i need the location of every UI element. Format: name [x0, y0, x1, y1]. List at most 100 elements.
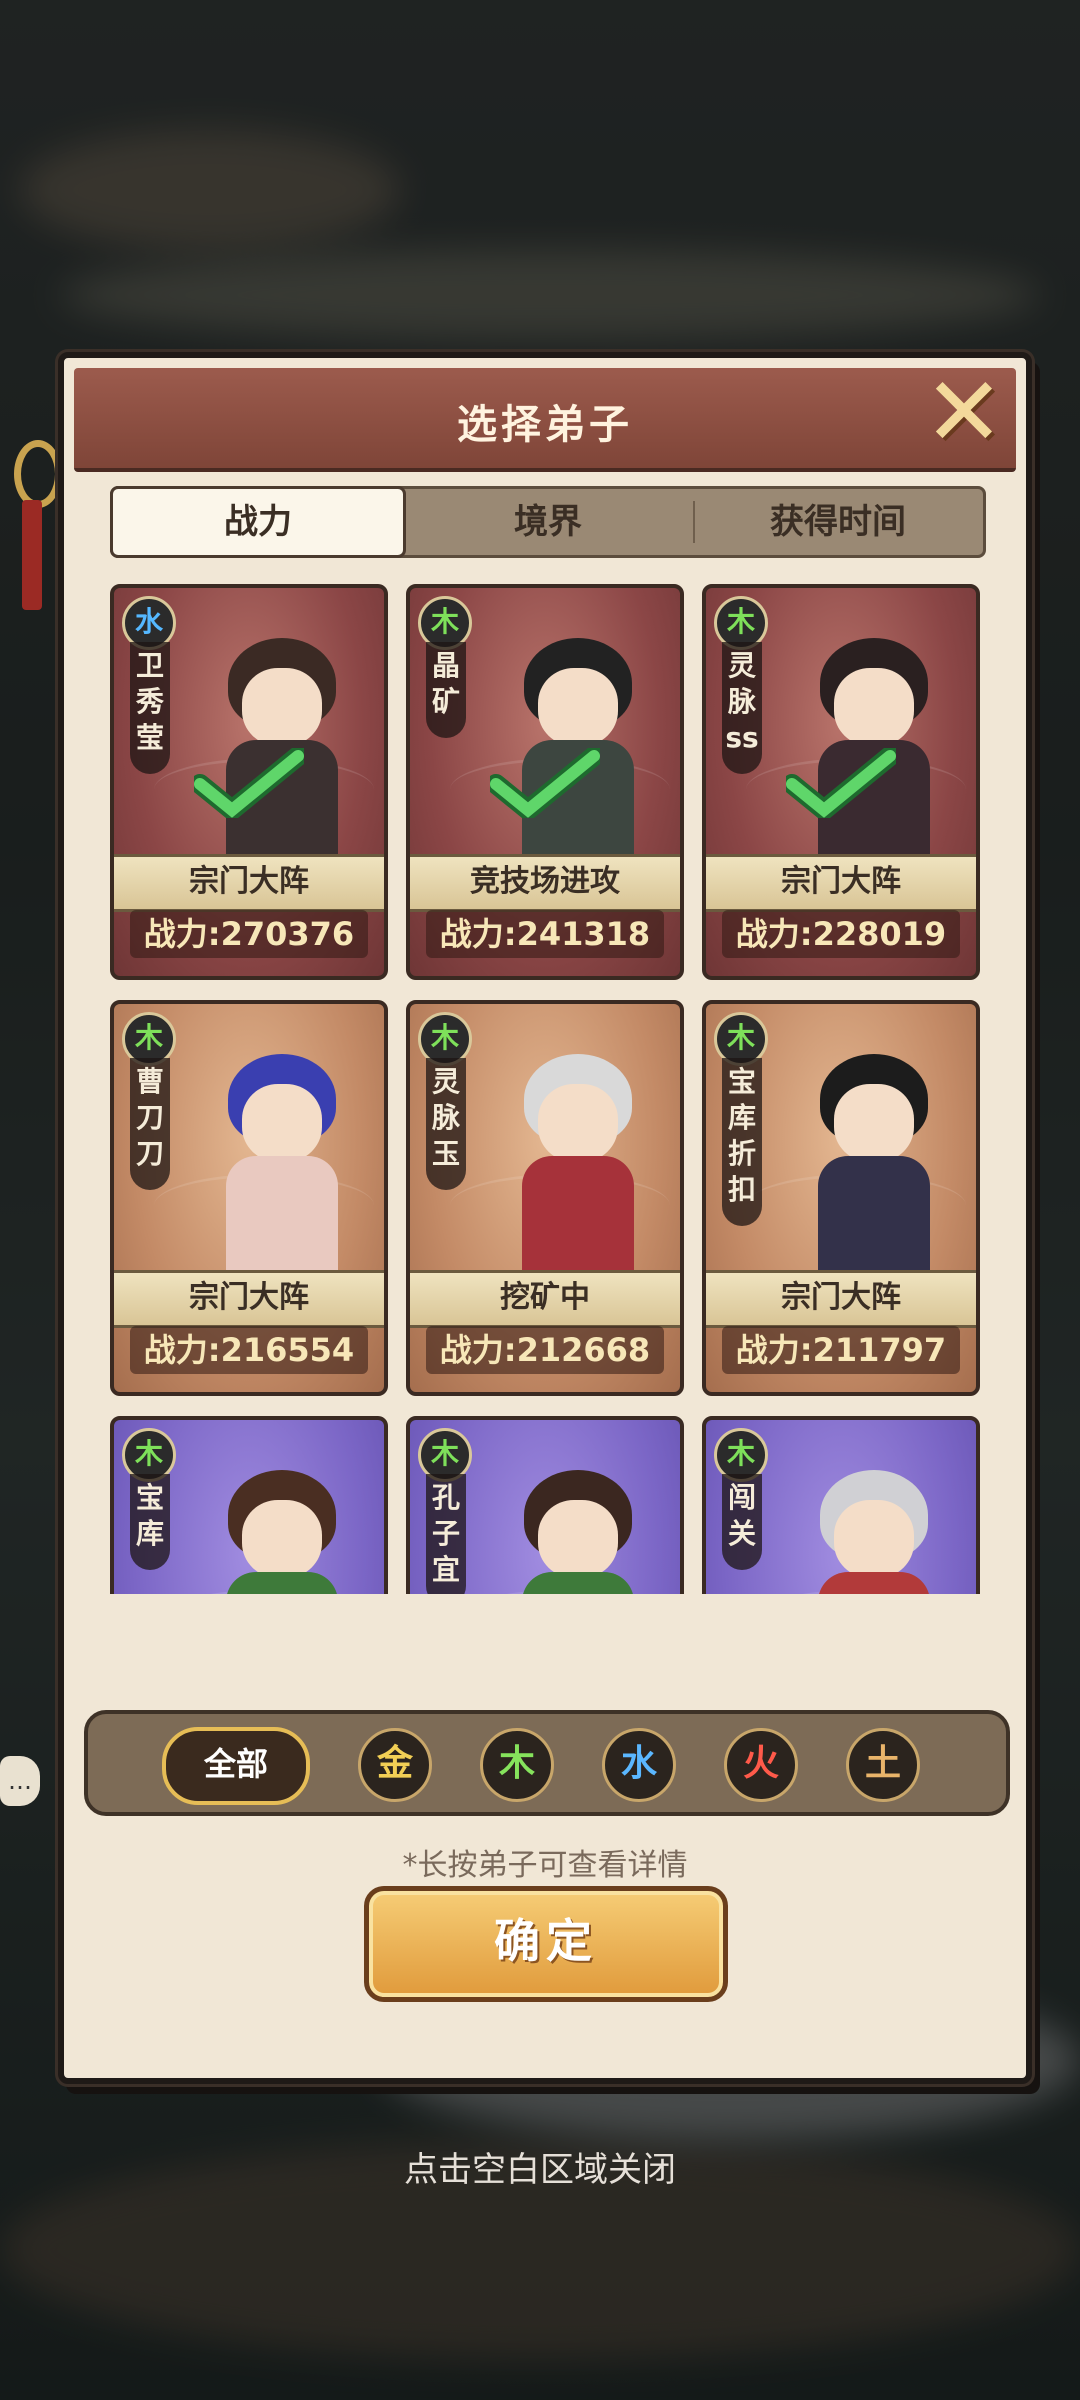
- dialog-title: 选择弟子: [457, 402, 633, 448]
- disciple-name-char: ss: [725, 721, 759, 754]
- disciple-card[interactable]: 木 孔子宜: [406, 1416, 684, 1594]
- disciple-name-char: 孔: [431, 1481, 460, 1514]
- disciple-name: 灵脉玉: [426, 1058, 466, 1190]
- disciple-name-char: 刀: [135, 1137, 164, 1170]
- portrait-face: [834, 1500, 914, 1578]
- portrait-face: [242, 668, 322, 746]
- portrait-face: [538, 668, 618, 746]
- filter-metal-label: 金: [376, 1743, 413, 1784]
- disciple-name-char: 秀: [135, 685, 164, 718]
- long-press-hint: *长按弟子可查看详情: [402, 1848, 688, 1883]
- disciple-portrait: [488, 1460, 668, 1594]
- tab-power[interactable]: 战力: [110, 486, 406, 558]
- disciple-name-char: 矿: [431, 685, 460, 718]
- tab-acquired-time-label: 获得时间: [770, 502, 906, 542]
- disciple-name: 灵脉 ss: [722, 642, 762, 774]
- portrait-face: [834, 1084, 914, 1162]
- disciple-power: 战力:270376: [130, 910, 368, 958]
- disciple-portrait: [192, 1460, 372, 1594]
- tap-blank-to-close-hint[interactable]: 点击空白区域关闭: [0, 2142, 1080, 2191]
- disciple-status: 宗门大阵: [706, 1270, 976, 1328]
- filter-metal-button[interactable]: 金: [358, 1728, 432, 1802]
- disciple-card[interactable]: 水 卫秀莹 宗门大阵 战力:270376: [110, 584, 388, 980]
- disciple-name-char: 脉: [727, 685, 756, 718]
- disciple-card[interactable]: 木 灵脉玉 挖矿中 战力:212668: [406, 1000, 684, 1396]
- tab-divider: [693, 501, 695, 543]
- tab-realm[interactable]: 境界: [403, 489, 693, 555]
- portrait-face: [834, 668, 914, 746]
- filter-water-button[interactable]: 水: [602, 1728, 676, 1802]
- disciple-name: 孔子宜: [426, 1474, 466, 1594]
- disciple-portrait: [784, 1044, 964, 1296]
- disciple-name-text: 宝库: [130, 1480, 170, 1552]
- disciple-power: 战力:212668: [426, 1326, 664, 1374]
- disciple-card[interactable]: 木 闯关: [702, 1416, 980, 1594]
- confirm-button[interactable]: 确定: [364, 1886, 728, 2002]
- disciple-name-char: 库: [727, 1101, 756, 1134]
- disciple-name-text: 灵脉 ss: [722, 648, 762, 756]
- disciple-name-char: 莹: [135, 721, 164, 754]
- sort-tabs: 战力 境界 获得时间: [110, 486, 986, 558]
- disciple-status: 宗门大阵: [114, 854, 384, 912]
- disciple-name-char: 晶: [431, 649, 460, 682]
- tassel-cord: [22, 500, 42, 610]
- disciple-name: 卫秀莹: [130, 642, 170, 774]
- disciple-status: 竞技场进攻: [410, 854, 680, 912]
- disciple-name-char: 灵: [431, 1065, 460, 1098]
- disciple-name-char: 灵: [727, 649, 756, 682]
- disciple-power: 战力:241318: [426, 910, 664, 958]
- filter-fire-button[interactable]: 火: [724, 1728, 798, 1802]
- filter-earth-button[interactable]: 土: [846, 1728, 920, 1802]
- selected-check-icon: [490, 748, 600, 818]
- filter-wood-button[interactable]: 木: [480, 1728, 554, 1802]
- close-x-icon[interactable]: ✕: [914, 362, 1014, 462]
- disciple-name-char: 刀: [135, 1101, 164, 1134]
- filter-all-button[interactable]: 全部: [162, 1727, 310, 1805]
- filter-earth-label: 土: [864, 1743, 901, 1784]
- disciple-name-char: 宝: [727, 1065, 756, 1098]
- portrait-outfit: [818, 1572, 930, 1594]
- portrait-face: [242, 1500, 322, 1578]
- selected-check-icon: [786, 748, 896, 818]
- disciple-name-char: 折: [727, 1137, 756, 1170]
- disciple-name-char: 库: [135, 1517, 164, 1550]
- disciple-name: 晶矿: [426, 642, 466, 738]
- disciple-name-text: 孔子宜: [426, 1480, 466, 1588]
- select-disciple-dialog: 选择弟子 ✕ 战力 境界 获得时间 水 卫秀莹 宗门大阵 战力:270376 木…: [58, 352, 1032, 2084]
- chat-bubble-icon[interactable]: …: [0, 1756, 40, 1806]
- disciple-name: 闯关: [722, 1474, 762, 1570]
- disciple-card[interactable]: 木 宝库折扣 宗门大阵 战力:211797: [702, 1000, 980, 1396]
- filter-water-label: 水: [620, 1743, 657, 1784]
- disciple-card[interactable]: 木 曹刀刀 宗门大阵 战力:216554: [110, 1000, 388, 1396]
- disciple-status: 挖矿中: [410, 1270, 680, 1328]
- disciple-name-char: 宜: [431, 1553, 460, 1586]
- disciple-name-text: 宝库折扣: [722, 1064, 762, 1208]
- filter-fire-label: 火: [742, 1743, 779, 1784]
- disciple-name-char: 宝: [135, 1481, 164, 1514]
- disciple-portrait: [488, 1044, 668, 1296]
- disciple-name: 宝库折扣: [722, 1058, 762, 1226]
- disciple-name-text: 曹刀刀: [130, 1064, 170, 1172]
- disciple-power: 战力:216554: [130, 1326, 368, 1374]
- tab-acquired-time[interactable]: 获得时间: [693, 489, 983, 555]
- disciple-name: 曹刀刀: [130, 1058, 170, 1190]
- disciple-name-char: 卫: [135, 649, 164, 682]
- disciple-card[interactable]: 木 晶矿 竞技场进攻 战力:241318: [406, 584, 684, 980]
- portrait-face: [538, 1500, 618, 1578]
- disciple-portrait: [192, 1044, 372, 1296]
- disciple-status: 宗门大阵: [706, 854, 976, 912]
- disciple-name-char: 关: [727, 1517, 756, 1550]
- panel-tassel-decoration: [14, 440, 62, 620]
- disciple-name-text: 晶矿: [426, 648, 466, 720]
- disciple-name-char: 子: [431, 1517, 460, 1550]
- disciple-name-text: 灵脉玉: [426, 1064, 466, 1172]
- tassel-ring: [14, 440, 62, 508]
- portrait-outfit: [226, 1572, 338, 1594]
- disciple-grid[interactable]: 水 卫秀莹 宗门大阵 战力:270376 木 晶矿 竞技场进攻 战力:24131…: [110, 584, 980, 1594]
- tab-realm-label: 境界: [514, 502, 582, 542]
- portrait-face: [242, 1084, 322, 1162]
- disciple-card[interactable]: 木 宝库: [110, 1416, 388, 1594]
- disciple-card[interactable]: 木 灵脉 ss 宗门大阵 战力:228019: [702, 584, 980, 980]
- selected-check-icon: [194, 748, 304, 818]
- disciple-name-text: 闯关: [722, 1480, 762, 1552]
